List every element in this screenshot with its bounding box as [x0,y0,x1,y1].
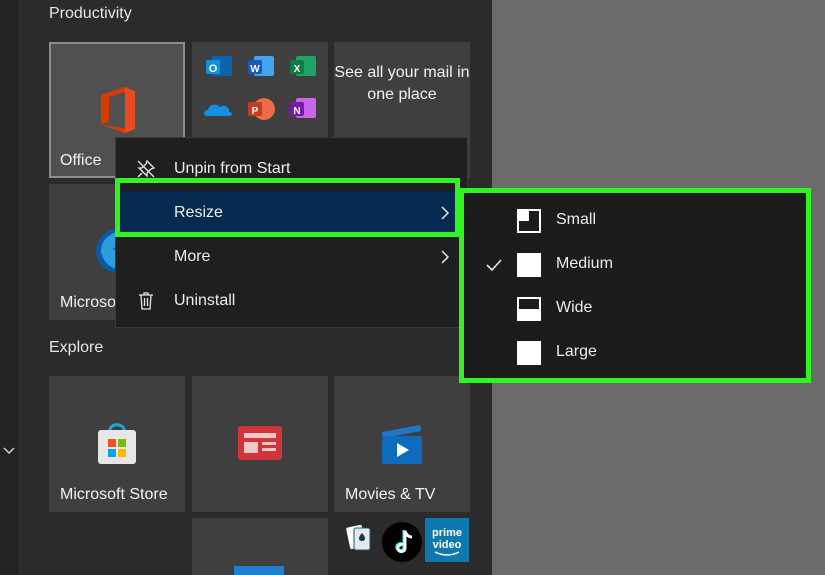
svg-text:O: O [209,63,218,75]
menu-item-more[interactable]: More [116,235,467,279]
resize-label-small: Small [556,211,597,228]
prime-video-icon: prime video [425,518,469,562]
resize-option-small[interactable]: Small [464,199,806,243]
tile-label-store: Microsoft Store [60,486,168,503]
tiktok-icon [382,522,422,562]
excel-icon: X [290,56,316,76]
outlook-icon: O [206,56,232,76]
resize-label-medium: Medium [556,255,613,272]
highlight-resize-box [115,178,460,237]
start-side-rail [0,0,18,575]
svg-text:video: video [433,539,462,551]
tile-apps-folder-bottom[interactable]: prime video [334,518,470,575]
store-bag-icon [98,423,136,464]
app-icon-partial [234,566,284,575]
tile-microsoft-store[interactable]: Microsoft Store [49,376,185,512]
resize-submenu: Small Medium Wide Large [459,188,811,383]
menu-label-uninstall: Uninstall [174,292,236,309]
size-medium-icon [517,253,541,277]
size-small-icon [517,209,541,233]
movies-tv-icon [382,425,422,464]
group-title-productivity: Productivity [49,5,132,22]
trash-icon [139,292,153,310]
resize-label-large: Large [556,343,597,360]
resize-option-medium[interactable]: Medium [464,243,806,287]
svg-text:N: N [293,106,300,117]
resize-label-wide: Wide [556,299,593,316]
chevron-down-icon[interactable] [1,442,17,458]
resize-option-wide[interactable]: Wide [464,287,806,331]
svg-text:W: W [250,64,260,75]
svg-text:prime: prime [432,527,462,539]
size-wide-icon [517,297,541,321]
resize-option-large[interactable]: Large [464,331,806,375]
unpin-icon [137,159,156,178]
tile-news[interactable] [192,376,328,512]
powerpoint-icon: P [248,98,275,120]
menu-label-unpin: Unpin from Start [174,160,291,177]
tile-label-movies: Movies & TV [345,486,436,503]
chevron-right-icon [441,250,450,264]
menu-label-more: More [174,248,211,265]
size-large-icon [517,341,541,365]
tile-bottom-partial[interactable] [192,518,328,575]
checkmark-icon [486,259,502,272]
tile-movies-tv[interactable]: Movies & TV [334,376,470,512]
svg-text:X: X [294,64,301,75]
tile-label-edge: Microso [60,294,117,311]
solitaire-icon [346,524,371,551]
onedrive-icon [204,104,232,116]
tile-label-office: Office [60,152,102,169]
word-icon: W [248,56,274,76]
menu-item-uninstall[interactable]: Uninstall [116,279,467,323]
svg-text:P: P [252,106,259,117]
tile-mail-text: See all your mail in one place [334,64,470,103]
group-title-explore: Explore [49,339,104,356]
office-logo-icon [101,87,135,133]
onenote-icon: N [290,98,316,118]
news-icon [238,426,282,460]
